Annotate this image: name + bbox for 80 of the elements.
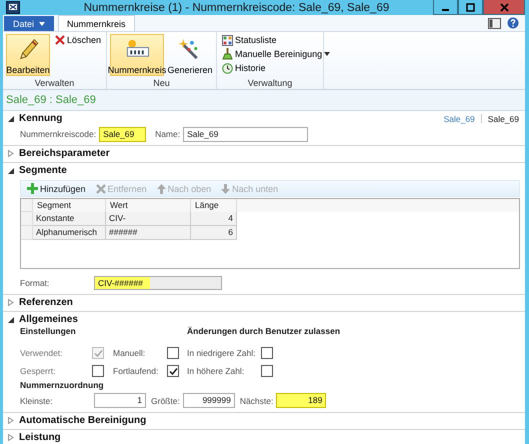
section-header[interactable]: Segmente bbox=[3, 165, 67, 176]
checkbox-label: Gesperrt: bbox=[20, 366, 56, 376]
expanded-triangle-icon bbox=[8, 168, 14, 174]
checkbox-label: Manuell: bbox=[113, 348, 146, 358]
table-cell: Konstante bbox=[33, 212, 106, 226]
group-heading: Nummernzuordnung bbox=[19, 380, 105, 391]
section-header[interactable]: Referenzen bbox=[3, 297, 73, 308]
checkbox-label: In niedrigere Zahl: bbox=[187, 348, 257, 358]
record-title: Sale_69 : Sale_69 bbox=[6, 94, 96, 106]
delete-button[interactable]: Löschen bbox=[53, 34, 104, 46]
field-label: Größte: bbox=[151, 396, 180, 406]
checkbox-label: In höhere Zahl: bbox=[187, 366, 246, 376]
section-header[interactable]: Leistung bbox=[3, 432, 61, 443]
table-cell: ###### bbox=[106, 226, 191, 240]
checkbox-label: Fortlaufend: bbox=[113, 366, 160, 376]
code-field[interactable]: Sale_69 bbox=[99, 126, 146, 142]
help-icon[interactable] bbox=[507, 17, 519, 29]
minimize-icon bbox=[442, 8, 449, 10]
caret-icon bbox=[39, 22, 45, 26]
collapsed-triangle-icon bbox=[8, 150, 14, 157]
group-heading: Einstellungen bbox=[20, 326, 77, 337]
number-field[interactable]: 189 bbox=[276, 393, 326, 408]
status-list-button[interactable]: Statusliste bbox=[220, 34, 279, 46]
window-layout-icon[interactable] bbox=[488, 18, 501, 28]
number-field[interactable]: 999999 bbox=[182, 393, 235, 408]
field-label: Format: bbox=[20, 278, 50, 288]
group-heading: Änderungen durch Benutzer zulassen bbox=[187, 326, 340, 337]
table-cell: 6 bbox=[191, 226, 237, 240]
generate-button[interactable]: Generieren bbox=[167, 34, 214, 76]
checkbox[interactable] bbox=[261, 365, 273, 377]
section-header[interactable]: Automatische Bereinigung bbox=[3, 415, 146, 426]
section-header[interactable]: Bereichsparameter bbox=[3, 148, 110, 159]
checkbox[interactable] bbox=[261, 347, 273, 359]
ribbon-tab[interactable]: Nummernkreis bbox=[58, 15, 135, 31]
collapsed-triangle-icon bbox=[8, 434, 14, 441]
file-menu-button[interactable]: Datei bbox=[4, 16, 54, 31]
edit-button[interactable]: Bearbeiten bbox=[6, 34, 50, 76]
ribbon-group-label: Verwaltung bbox=[246, 78, 294, 89]
section-header[interactable]: Allgemeines bbox=[3, 314, 78, 325]
field-label: Name: bbox=[155, 129, 180, 139]
ribbon-group-label: Neu bbox=[152, 78, 171, 89]
field-label: Nummernkreiscode: bbox=[20, 129, 96, 139]
plus-icon bbox=[27, 183, 38, 194]
checkbox-label: Verwendet: bbox=[20, 348, 64, 358]
delete-icon bbox=[55, 35, 65, 45]
section-header[interactable]: Kennung bbox=[3, 113, 62, 124]
minimize-button[interactable] bbox=[433, 0, 458, 15]
checkbox[interactable] bbox=[167, 347, 179, 359]
maximize-button[interactable] bbox=[458, 0, 483, 15]
field-label: Nächste: bbox=[240, 396, 274, 406]
history-button[interactable]: Historie bbox=[220, 62, 268, 74]
close-button[interactable] bbox=[483, 0, 525, 15]
arrow-down-icon bbox=[221, 184, 230, 194]
close-icon bbox=[500, 2, 508, 12]
table-cell: Alphanumerisch bbox=[33, 226, 106, 240]
status-list-icon bbox=[222, 34, 234, 46]
field-label: Kleinste: bbox=[20, 396, 54, 406]
history-icon bbox=[222, 62, 234, 74]
add-button[interactable]: Hinzufügen bbox=[27, 183, 86, 194]
checkbox[interactable] bbox=[92, 365, 104, 377]
checkbox[interactable] bbox=[167, 365, 179, 377]
table-cell: CIV- bbox=[106, 212, 191, 226]
name-field[interactable]: Sale_69 bbox=[183, 126, 308, 142]
number-sequence-button[interactable]: Nummernkreis bbox=[110, 34, 164, 76]
cleanup-button[interactable]: Manuelle Bereinigung bbox=[220, 48, 332, 60]
ribbon-group-label: Verwalten bbox=[34, 78, 76, 89]
format-field: CIV-###### bbox=[94, 276, 222, 290]
breadcrumb-current: Sale_69 bbox=[488, 114, 519, 124]
remove-icon bbox=[96, 184, 106, 194]
collapsed-triangle-icon bbox=[8, 299, 14, 306]
expanded-triangle-icon bbox=[8, 116, 14, 122]
broom-icon bbox=[222, 48, 234, 60]
table-cell: 4 bbox=[191, 212, 237, 226]
breadcrumb-link[interactable]: Sale_69 bbox=[444, 114, 475, 124]
maximize-icon bbox=[466, 2, 475, 12]
expanded-triangle-icon bbox=[8, 316, 14, 322]
number-field[interactable]: 1 bbox=[94, 393, 146, 408]
arrow-up-icon bbox=[156, 184, 166, 194]
window-title: Nummernkreise (1) - Nummernkreiscode: Sale_69, Sale_69 bbox=[82, 2, 390, 14]
collapsed-triangle-icon bbox=[8, 417, 14, 424]
